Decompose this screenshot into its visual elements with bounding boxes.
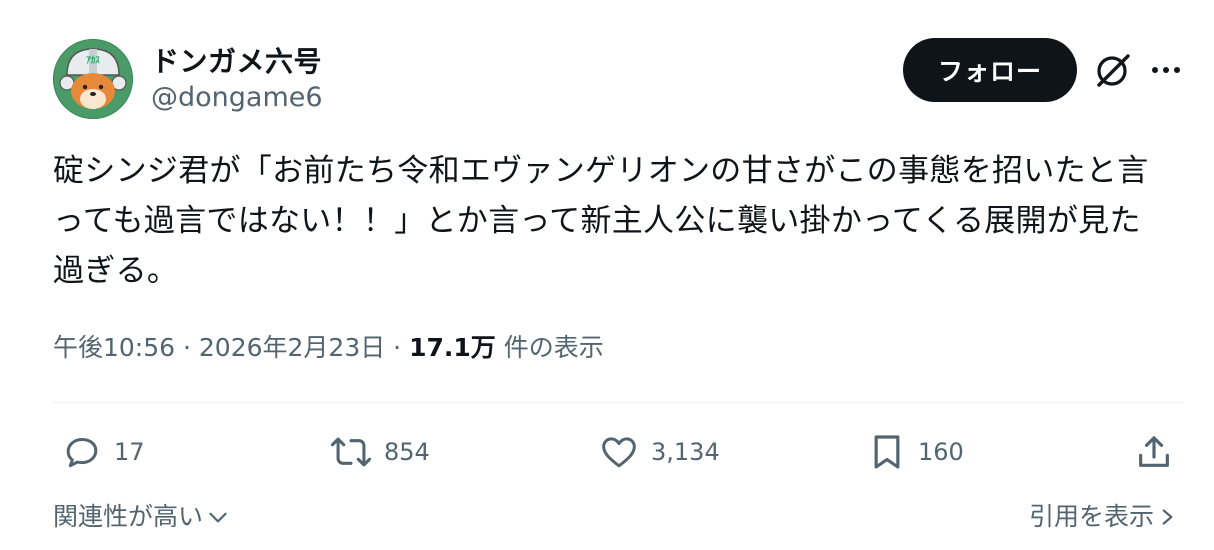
bookmark-icon	[874, 435, 900, 469]
author-name[interactable]: ドンガメ六号	[151, 40, 322, 80]
avatar[interactable]: ｱｶｽ	[53, 39, 133, 119]
like-button[interactable]: 3,134	[599, 428, 720, 476]
retweet-count: 854	[384, 438, 430, 466]
grok-icon[interactable]	[1093, 50, 1133, 90]
bookmark-button[interactable]: 160	[868, 428, 964, 476]
views-count[interactable]: 17.1万	[409, 333, 496, 362]
author-handle[interactable]: @dongame6	[151, 82, 323, 113]
more-icon[interactable]	[1146, 52, 1186, 88]
tweet-text-line: っても過言ではない！！」とか言って新主人公に襲い掛かってくる展開が見た	[53, 203, 1141, 239]
retweet-button[interactable]: 854	[330, 428, 430, 476]
like-count: 3,134	[651, 438, 720, 466]
bookmark-count: 160	[918, 438, 964, 466]
chevron-right-icon	[1162, 509, 1173, 525]
sort-dropdown[interactable]: 関連性が高い	[53, 497, 231, 533]
divider	[53, 402, 1184, 403]
reply-icon	[66, 438, 98, 468]
tweet-date[interactable]: 2026年2月23日	[199, 333, 385, 362]
reply-count: 17	[114, 438, 145, 466]
quotes-label: 引用を表示	[1028, 502, 1154, 531]
share-icon	[1139, 436, 1169, 467]
sort-label: 関連性が高い	[53, 502, 204, 531]
retweet-icon	[330, 437, 372, 467]
heart-icon	[602, 437, 636, 468]
meta-separator: ·	[385, 333, 410, 362]
tweet-text: 碇シンジ君が「お前たち令和エヴァンゲリオンの甘さがこの事態を招いたと言 っても過…	[53, 146, 1173, 296]
tweet-text-line: 過ぎる。	[53, 253, 179, 289]
share-button[interactable]	[1134, 428, 1174, 476]
tweet-card: ｱｶｽ ドンガメ六号 @dongame6 フォロー 碇シンジ君が「お前たち令和エ…	[0, 0, 1214, 550]
avatar-lettering: ｱｶｽ	[86, 55, 100, 66]
chevron-down-icon	[209, 512, 227, 523]
follow-button[interactable]: フォロー	[903, 38, 1077, 102]
reply-button[interactable]: 17	[62, 428, 145, 476]
avatar-image: ｱｶｽ	[53, 39, 133, 119]
view-quotes-link[interactable]: 引用を表示	[1029, 497, 1178, 533]
tweet-time[interactable]: 午後10:56	[53, 333, 175, 362]
tweet-meta: 午後10:56 · 2026年2月23日 · 17.1万 件の表示	[53, 328, 604, 364]
meta-separator: ·	[175, 333, 199, 362]
views-label: 件の表示	[495, 333, 604, 362]
tweet-text-line: 碇シンジ君が「お前たち令和エヴァンゲリオンの甘さがこの事態を招いたと言	[53, 153, 1149, 189]
